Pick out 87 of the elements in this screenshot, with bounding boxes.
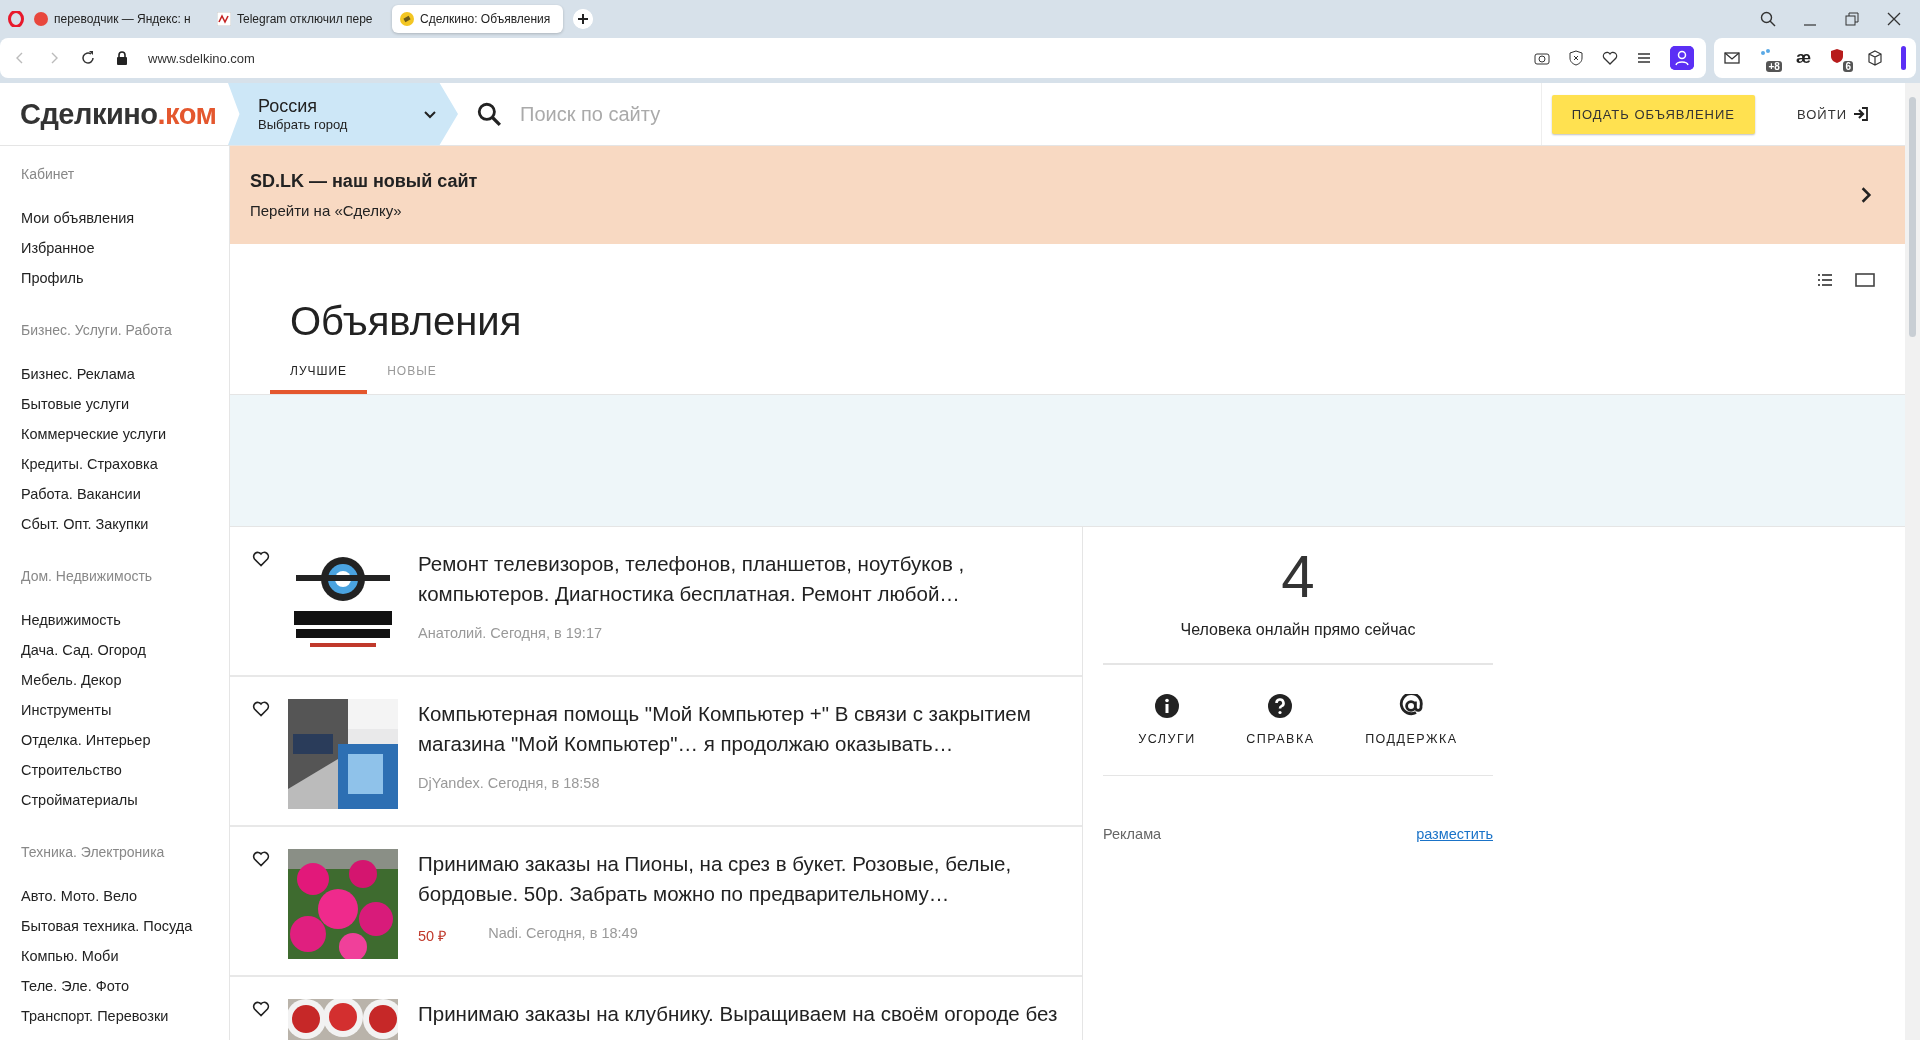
sidebar-item[interactable]: Мои объявления (21, 210, 229, 240)
sidebar-item[interactable]: Работа. Вакансии (21, 486, 229, 516)
sidebar-item[interactable]: Бытовая техника. Посуда (21, 918, 229, 948)
reload-icon[interactable] (80, 50, 96, 66)
tag-icon (400, 12, 414, 26)
listing-title[interactable]: Компьютерная помощь "Мой Компьютер +" В связи с закрытием магазина "Мой Компьютер"… я продолжаю оказывать… (418, 699, 1068, 759)
sidebar-item[interactable]: Профиль (21, 270, 229, 300)
scrollbar[interactable] (1905, 83, 1920, 1040)
search-icon[interactable] (476, 101, 502, 127)
listing-meta: Анатолий. Сегодня, в 19:17 (418, 625, 602, 641)
page-title: Объявления (290, 299, 523, 344)
extension-button[interactable]: æ (1795, 48, 1811, 68)
info-icon (1155, 694, 1179, 718)
listing-price: 50 ₽ (418, 927, 447, 945)
heart-icon[interactable] (252, 851, 270, 867)
browser-tab[interactable]: Telegram отключил пере (209, 5, 390, 33)
listing-title[interactable]: Принимаю заказы на Пионы, на срез в букет. Розовые, белые, бордовые. 50р. Забрать можно по предварительному… (418, 849, 1068, 909)
card-view-icon[interactable] (1855, 272, 1875, 288)
sidebar-item[interactable]: Отделка. Интерьер (21, 732, 229, 762)
banner-title: SD.LK — наш новый сайт (250, 171, 479, 192)
banner-subtitle: Перейти на «Сделку» (250, 202, 403, 219)
mail-icon[interactable] (1723, 50, 1740, 66)
sidebar-item[interactable]: Бытовые услуги (21, 396, 229, 426)
sidebar-item[interactable]: Теле. Эле. Фото (21, 978, 229, 1008)
login-button[interactable]: ВОЙТИ (1791, 105, 1875, 123)
sliders-icon[interactable] (1635, 50, 1652, 66)
listing-meta: Nadi. Сегодня, в 18:49 (488, 925, 638, 943)
listing-meta: DjYandex. Сегодня, в 18:58 (418, 775, 600, 791)
sidebar-item[interactable]: Мебель. Декор (21, 672, 229, 702)
online-count: 4 (1280, 547, 1316, 607)
heart-icon[interactable] (252, 551, 270, 567)
sidebar-item[interactable]: Дача. Сад. Огород (21, 642, 229, 672)
post-ad-button[interactable]: ПОДАТЬ ОБЪЯВЛЕНИЕ (1551, 94, 1755, 134)
region-selector[interactable]: Россия Выбрать город (228, 83, 458, 145)
listing-title[interactable]: Принимаю заказы на клубнику. Выращиваем на своём огороде без (418, 999, 1068, 1029)
sidebar-item[interactable]: Стройматериалы (21, 792, 229, 822)
shield-icon[interactable] (1567, 50, 1584, 66)
extension-badge: +8 (1766, 61, 1782, 72)
search-field[interactable]: Поиск по сайту (518, 101, 1541, 127)
sidebar-item[interactable]: Авто. Мото. Вело (21, 888, 229, 918)
sidebar-heading: Техника. Электроника (21, 844, 166, 862)
url-text[interactable]: www.sdelkino.com (148, 50, 255, 66)
shield-icon[interactable] (1829, 48, 1845, 64)
promo-banner[interactable]: SD.LK — наш новый сайт Перейти на «Сделку» (230, 146, 1905, 244)
browser-tab[interactable]: Сделкино: Объявления (392, 5, 563, 33)
sidebar-handle[interactable] (1901, 46, 1906, 70)
cube-icon[interactable] (1867, 50, 1883, 66)
sidebar-item[interactable]: Недвижимость (21, 612, 229, 642)
search-icon[interactable] (1760, 11, 1776, 27)
browser-tab[interactable]: переводчик — Яндекс: н (26, 5, 207, 33)
ads-label: Реклама (1103, 826, 1162, 842)
sidebar-item[interactable]: Сбыт. Опт. Закупки (21, 516, 229, 546)
listing-title[interactable]: Ремонт телевизоров, телефонов, планшетов, ноутбуков , компьютеров. Диагностика бесплатная. Ремонт любой… (418, 549, 1068, 609)
sidebar-item[interactable]: Строительство (21, 762, 229, 792)
browser-logo-icon[interactable] (8, 11, 24, 27)
heart-icon[interactable] (252, 1001, 270, 1017)
sidebar-heading: Дом. Недвижимость (21, 568, 154, 586)
sidebar-item[interactable]: Коммерческие услуги (21, 426, 229, 456)
list-view-icon[interactable] (1817, 272, 1833, 288)
sidebar-item[interactable]: Компью. Моби (21, 948, 229, 978)
at-sign-icon (1399, 694, 1424, 718)
camera-icon[interactable] (1533, 50, 1550, 66)
heart-icon[interactable] (1601, 50, 1618, 66)
lock-icon (114, 50, 130, 66)
info-link[interactable]: СПРАВКА (1240, 693, 1321, 747)
profile-icon[interactable] (1669, 46, 1694, 70)
sidebar-item[interactable]: Бизнес. Реклама (21, 366, 229, 396)
info-link[interactable]: УСЛУГИ (1132, 693, 1202, 747)
sidebar-item[interactable]: Транспорт. Перевозки (21, 1008, 229, 1038)
sidebar-heading: Бизнес. Услуги. Работа (21, 322, 173, 340)
help-icon (1268, 694, 1293, 718)
sidebar-item[interactable]: Кредиты. Страховка (21, 456, 229, 486)
info-link[interactable]: ПОДДЕРЖКА (1359, 693, 1464, 747)
square-logo-icon (217, 12, 231, 26)
sidebar-item[interactable]: Инструменты (21, 702, 229, 732)
extension-badge: 6 (1843, 61, 1853, 72)
new-tab-icon[interactable] (573, 9, 593, 29)
login-icon (1853, 106, 1869, 122)
restore-icon[interactable] (1844, 11, 1860, 27)
heart-icon[interactable] (252, 701, 270, 717)
close-icon[interactable] (1886, 11, 1902, 27)
sidebar-heading: Кабинет (21, 166, 76, 184)
circle-logo-icon (34, 12, 48, 26)
sidebar-item[interactable]: Избранное (21, 240, 229, 270)
online-caption: Человека онлайн прямо сейчас (1103, 621, 1493, 665)
place-ad-link[interactable]: разместить (1416, 826, 1493, 842)
site-logo[interactable]: Сделкино.ком (0, 83, 230, 145)
